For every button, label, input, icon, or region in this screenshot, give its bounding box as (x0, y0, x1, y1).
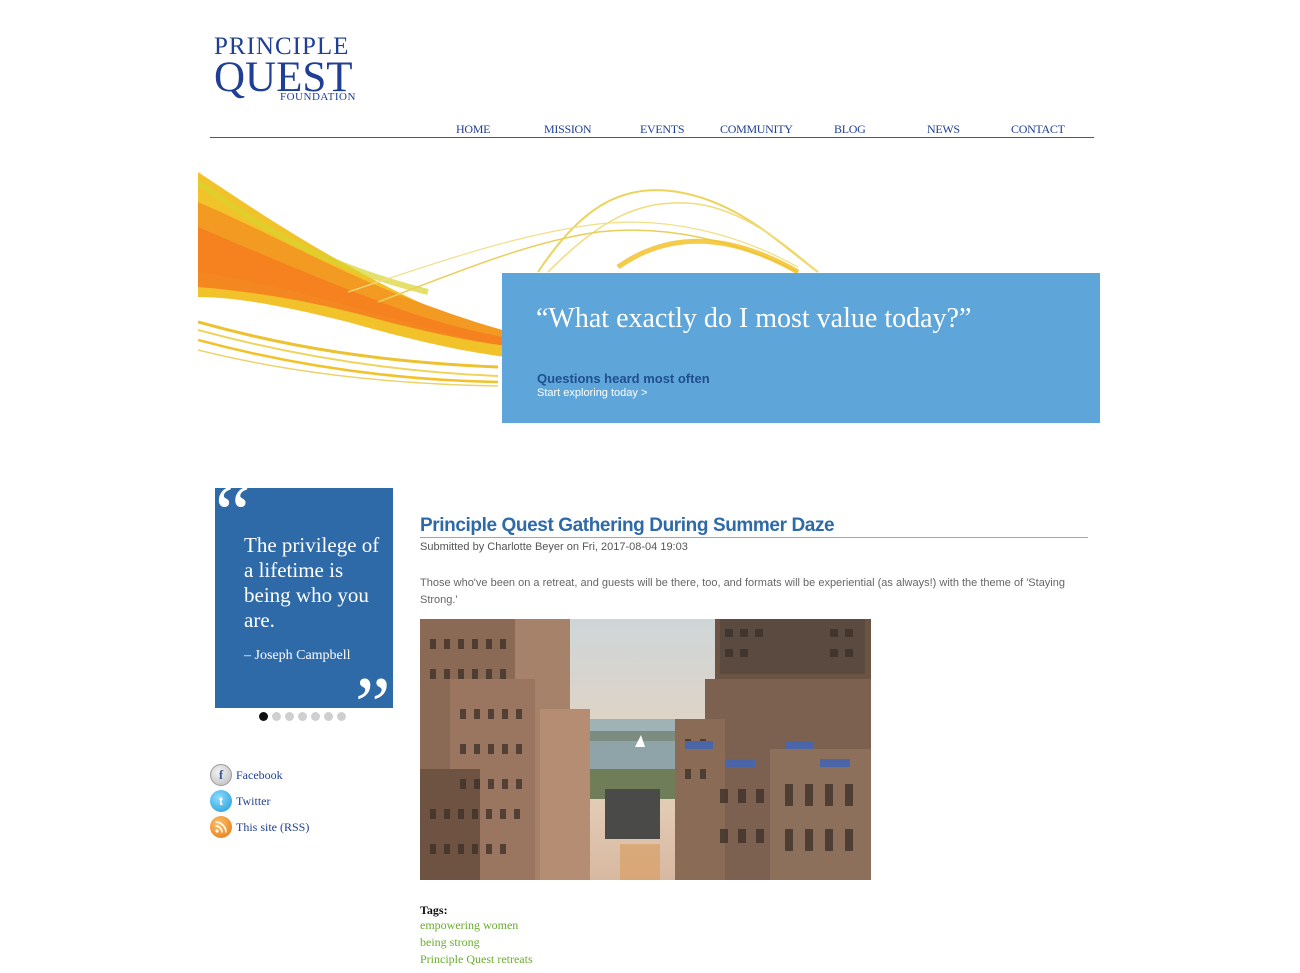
article-body: Those who've been on a retreat, and gues… (420, 577, 1065, 606)
main-nav: HOME MISSION EVENTS COMMUNITY BLOG NEWS … (210, 116, 1094, 138)
article-tags: Tags: empowering women being strong Prin… (420, 903, 533, 968)
article-meta: Submitted by Charlotte Beyer on Fri, 201… (420, 541, 1088, 553)
rss-icon (210, 816, 232, 838)
blog-article: Principle Quest Gathering During Summer … (420, 514, 1088, 609)
logo-line-3: FOUNDATION (280, 91, 356, 103)
quote-author: – Joseph Campbell (244, 648, 351, 663)
close-quote-mark-icon: ” (355, 662, 391, 708)
quote-text: The privilege of a lifetime is being who… (244, 533, 380, 632)
date-prefix: on (563, 541, 583, 553)
hero-banner: “What exactly do I most value today?” Qu… (502, 273, 1100, 423)
twitter-link[interactable]: t Twitter (210, 790, 270, 812)
slider-dot[interactable] (311, 712, 320, 721)
article-title[interactable]: Principle Quest Gathering During Summer … (420, 514, 1088, 538)
twitter-icon: t (210, 790, 232, 812)
site-logo[interactable]: PRINCIPLE QUEST FOUNDATION (214, 34, 364, 106)
article-date: Fri, 2017-08-04 19:03 (582, 541, 688, 553)
nav-contact[interactable]: CONTACT (1011, 122, 1065, 137)
slider-dot[interactable] (337, 712, 346, 721)
slider-dot[interactable] (298, 712, 307, 721)
slider-dot[interactable] (285, 712, 294, 721)
slider-pager (259, 712, 346, 722)
nav-home[interactable]: HOME (456, 122, 490, 137)
tag-link[interactable]: empowering women (420, 917, 533, 934)
article-author[interactable]: Charlotte Beyer (487, 541, 563, 553)
nav-news[interactable]: NEWS (927, 122, 960, 137)
slider-dot[interactable] (324, 712, 333, 721)
hero-subtitle: Questions heard most often (537, 371, 710, 386)
start-exploring-link[interactable]: Start exploring today > (537, 387, 647, 399)
facebook-link[interactable]: f Facebook (210, 764, 283, 786)
nav-events[interactable]: EVENTS (640, 122, 685, 137)
nav-mission[interactable]: MISSION (544, 122, 592, 137)
submitted-prefix: Submitted by (420, 541, 488, 553)
tag-link[interactable]: being strong (420, 934, 533, 951)
nav-community[interactable]: COMMUNITY (720, 122, 793, 137)
slider-dot[interactable] (259, 712, 268, 721)
slider-dot[interactable] (272, 712, 281, 721)
tags-label: Tags: (420, 903, 448, 917)
quote-slider: “ The privilege of a lifetime is being w… (215, 488, 393, 708)
twitter-label: Twitter (236, 793, 271, 808)
rss-label: This site (RSS) (236, 819, 310, 834)
facebook-label: Facebook (236, 767, 283, 782)
hero-quote: “What exactly do I most value today?” (536, 303, 972, 334)
nav-blog[interactable]: BLOG (834, 122, 866, 137)
rss-link[interactable]: This site (RSS) (210, 816, 309, 838)
tag-link[interactable]: Principle Quest retreats (420, 951, 533, 968)
facebook-icon: f (210, 764, 232, 786)
article-photo (420, 619, 871, 880)
